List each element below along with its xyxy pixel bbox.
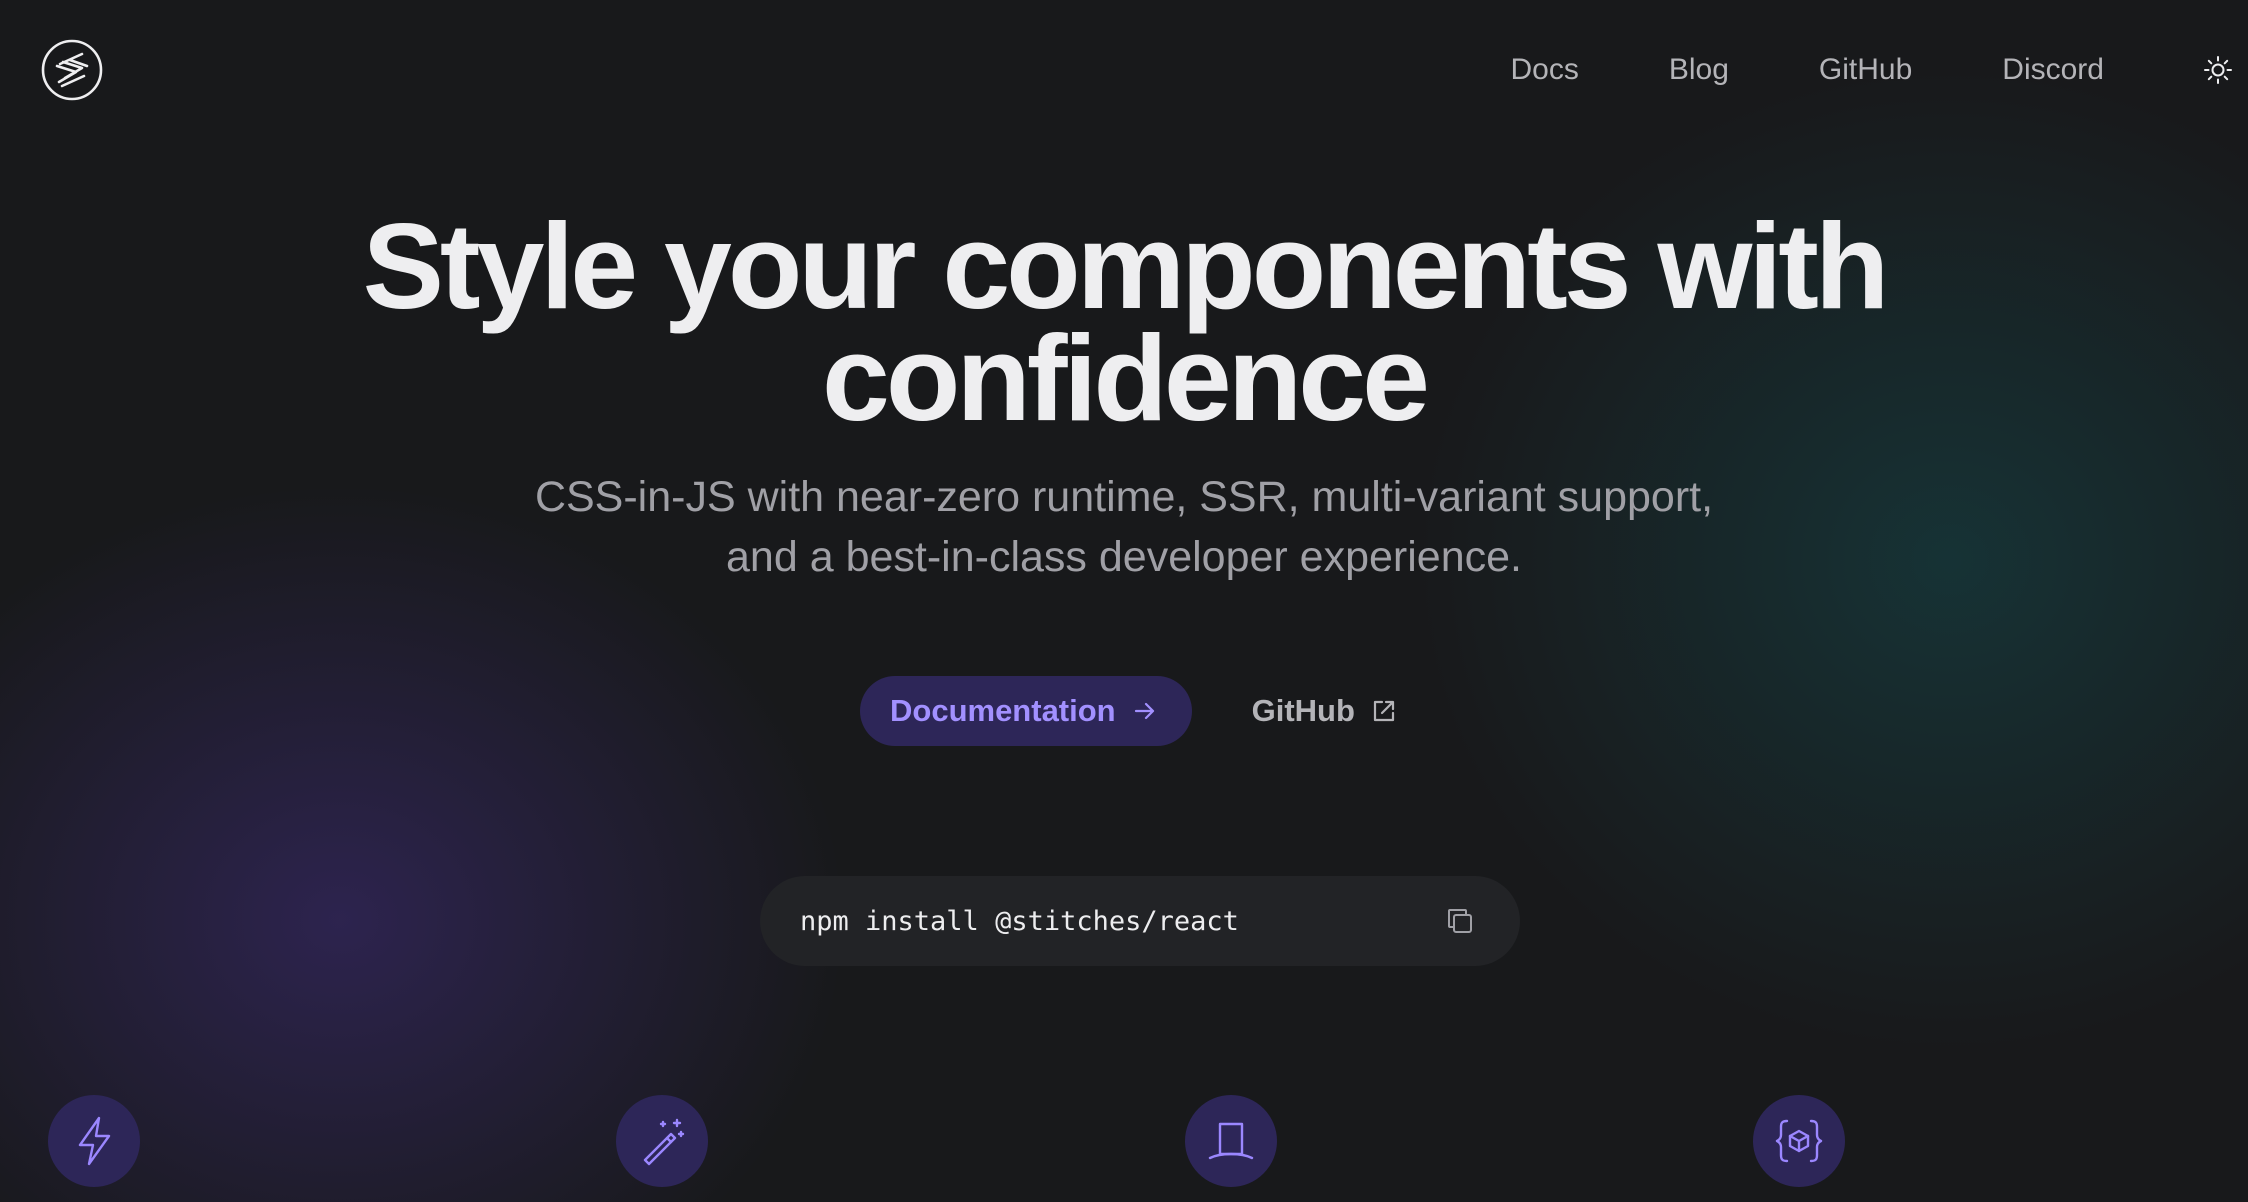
documentation-button[interactable]: Documentation: [860, 676, 1192, 746]
nav-link-blog[interactable]: Blog: [1669, 48, 1729, 92]
feature-dx: [1753, 1095, 1845, 1187]
page: Docs Blog GitHub Discord Style your comp…: [0, 0, 2248, 1202]
arrow-right-icon: [1134, 702, 1154, 720]
feature-ssr: [1185, 1095, 1277, 1187]
install-command-box: npm install @stitches/react: [760, 876, 1520, 966]
cta-row: Documentation GitHub: [860, 676, 1397, 746]
magic-wand-icon: [643, 1118, 685, 1166]
hero-subtitle: CSS-in-JS with near-zero runtime, SSR, m…: [0, 467, 2248, 587]
nav-link-github[interactable]: GitHub: [1819, 48, 1912, 92]
copy-button[interactable]: [1440, 901, 1480, 941]
stitches-logo-icon[interactable]: [40, 38, 104, 102]
hero-title: Style your components with confidence: [0, 198, 2248, 446]
sun-icon: [2204, 56, 2232, 84]
nav-link-discord[interactable]: Discord: [2002, 48, 2104, 92]
install-command: npm install @stitches/react: [800, 905, 1239, 937]
code-sandbox-icon: [1775, 1119, 1823, 1163]
github-button[interactable]: GitHub: [1252, 693, 1397, 729]
feature-performance: [48, 1095, 140, 1187]
nav-link-docs[interactable]: Docs: [1511, 48, 1579, 92]
hero-subtitle-line-2: and a best-in-class developer experience…: [726, 533, 1522, 581]
github-button-label: GitHub: [1251, 693, 1355, 728]
copy-icon: [1448, 909, 1472, 933]
top-hat-icon: [1208, 1122, 1254, 1160]
hero-title-line-2: confidence: [821, 310, 1430, 446]
external-link-icon: [1373, 700, 1395, 722]
documentation-button-label: Documentation: [890, 693, 1116, 728]
top-nav: Docs Blog GitHub Discord: [1511, 48, 2248, 92]
lightning-bolt-icon: [78, 1116, 111, 1166]
feature-variants: [616, 1095, 708, 1187]
theme-toggle-button[interactable]: [2200, 52, 2236, 88]
hero-subtitle-line-1: CSS-in-JS with near-zero runtime, SSR, m…: [534, 473, 1714, 521]
hero-title-line-1: Style your components with: [362, 198, 1890, 334]
